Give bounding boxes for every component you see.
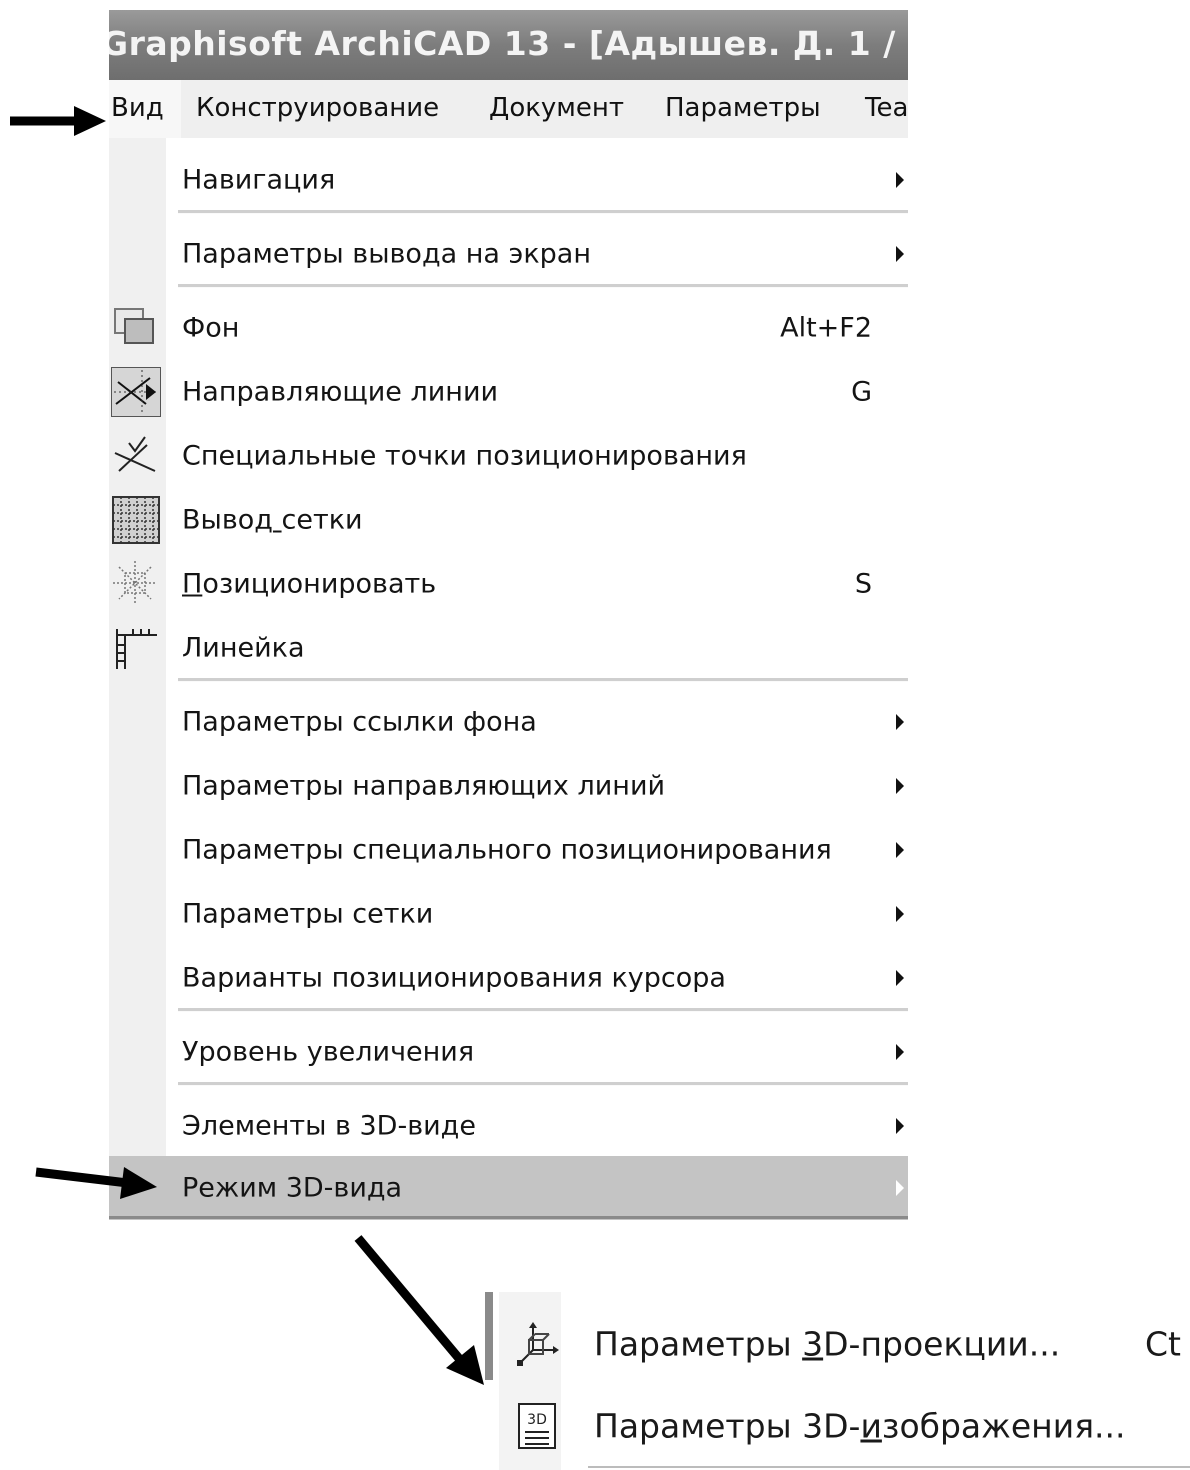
menu-item-label: Параметры вывода на экран bbox=[182, 238, 591, 270]
submenu-item-label: Параметры 3D-проекции... bbox=[594, 1324, 1061, 1364]
menu-item-label: Параметры специального позиционирования bbox=[182, 834, 832, 866]
guide-lines-icon bbox=[111, 367, 161, 417]
submenu-arrow-icon bbox=[896, 246, 904, 262]
submenu-arrow-icon bbox=[896, 842, 904, 858]
submenu-divider bbox=[588, 1466, 1190, 1468]
menu-item-zoom-level[interactable]: Уровень увеличения bbox=[109, 1020, 908, 1084]
submenu-edge bbox=[485, 1292, 493, 1380]
menu-separator bbox=[178, 1008, 908, 1012]
menu-item-ruler[interactable]: Линейка bbox=[109, 616, 908, 680]
submenu-arrow-icon bbox=[896, 1044, 904, 1060]
menu-item-label: Фон bbox=[182, 312, 240, 344]
menu-item-snap[interactable]: Позиционировать S bbox=[109, 552, 908, 616]
submenu-arrow-icon bbox=[896, 714, 904, 730]
menu-item-label: Параметры сетки bbox=[182, 898, 434, 930]
grid-display-icon bbox=[111, 495, 161, 545]
menu-item-label: Направляющие линии bbox=[182, 376, 499, 408]
3d-projection-icon bbox=[513, 1320, 561, 1368]
window-title: Graphisoft ArchiCAD 13 - [Адышев. Д. 1 /… bbox=[109, 24, 908, 63]
menu-item-grid-display[interactable]: Вывод сетки bbox=[109, 488, 908, 552]
menu-item-special-snap[interactable]: Специальные точки позиционирования bbox=[109, 424, 908, 488]
menu-item-navigation[interactable]: Навигация bbox=[109, 148, 908, 212]
menu-item-shortcut: S bbox=[854, 568, 872, 600]
submenu-item-3d-projection-settings[interactable]: Параметры 3D-проекции... Ct bbox=[499, 1306, 1190, 1382]
submenu-item-shortcut: Ct bbox=[1145, 1324, 1181, 1364]
snap-icon bbox=[111, 559, 161, 609]
menu-item-label: Уровень увеличения bbox=[182, 1036, 475, 1068]
title-bar: Graphisoft ArchiCAD 13 - [Адышев. Д. 1 /… bbox=[109, 10, 908, 80]
view-menu-dropdown: Навигация Параметры вывода на экран Фон … bbox=[109, 138, 908, 1220]
menu-separator bbox=[178, 678, 908, 682]
submenu-arrow-icon bbox=[896, 1180, 904, 1196]
menu-design[interactable]: Конструирование bbox=[196, 80, 439, 138]
submenu-arrow-icon bbox=[896, 172, 904, 188]
menu-item-shortcut: G bbox=[851, 376, 872, 408]
menu-item-background-ref-options[interactable]: Параметры ссылки фона bbox=[109, 690, 908, 754]
arrow-to-view-menu-icon bbox=[10, 106, 106, 136]
menu-item-guide-line-options[interactable]: Параметры направляющих линий bbox=[109, 754, 908, 818]
menu-item-label: Параметры ссылки фона bbox=[182, 706, 537, 738]
menu-item-shortcut: Alt+F2 bbox=[780, 312, 872, 344]
menu-item-label: Параметры направляющих линий bbox=[182, 770, 666, 802]
submenu-item-3d-image-settings[interactable]: 3D Параметры 3D-изображения... bbox=[499, 1388, 1190, 1464]
menu-item-background[interactable]: Фон Alt+F2 bbox=[109, 296, 908, 360]
special-snap-icon bbox=[111, 431, 161, 481]
menu-view[interactable]: Вид bbox=[109, 80, 181, 138]
3d-image-icon: 3D bbox=[513, 1402, 561, 1450]
menu-item-cursor-snap-options[interactable]: Варианты позиционирования курсора bbox=[109, 946, 908, 1010]
menu-document[interactable]: Документ bbox=[489, 80, 624, 138]
submenu-arrow-icon bbox=[896, 906, 904, 922]
menu-bottom-border bbox=[109, 1216, 908, 1219]
menu-separator bbox=[178, 1082, 908, 1086]
submenu-arrow-icon bbox=[896, 1118, 904, 1134]
menu-item-special-snap-options[interactable]: Параметры специального позиционирования bbox=[109, 818, 908, 882]
menu-item-label: Элементы в 3D-виде bbox=[182, 1110, 476, 1142]
menu-separator bbox=[178, 210, 908, 214]
3d-view-mode-submenu: Параметры 3D-проекции... Ct 3D Параметры… bbox=[485, 1292, 1190, 1470]
menu-item-label: Позиционировать bbox=[182, 568, 437, 600]
menu-item-grid-options[interactable]: Параметры сетки bbox=[109, 882, 908, 946]
menu-bar: Вид Конструирование Документ Параметры T… bbox=[109, 80, 908, 138]
menu-separator bbox=[178, 284, 908, 288]
svg-text:3D: 3D bbox=[527, 1412, 547, 1428]
menu-item-label: Специальные точки позиционирования bbox=[182, 440, 747, 472]
submenu-arrow-icon bbox=[896, 970, 904, 986]
arrow-to-submenu-icon bbox=[354, 1235, 484, 1385]
submenu-item-label: Параметры 3D-изображения... bbox=[594, 1406, 1126, 1446]
menu-item-label: Режим 3D-вида bbox=[182, 1172, 403, 1204]
menu-item-label: Линейка bbox=[182, 632, 305, 664]
menu-item-elements-in-3d[interactable]: Элементы в 3D-виде bbox=[109, 1094, 908, 1158]
submenu-arrow-icon bbox=[896, 778, 904, 794]
menu-item-label: Варианты позиционирования курсора bbox=[182, 962, 726, 994]
menu-options[interactable]: Параметры bbox=[665, 80, 821, 138]
menu-item-label: Навигация bbox=[182, 164, 336, 196]
menu-item-3d-view-mode[interactable]: Режим 3D-вида bbox=[109, 1156, 908, 1220]
menu-teamwork[interactable]: Tea bbox=[865, 80, 908, 138]
background-icon bbox=[111, 303, 161, 353]
menu-item-display-options[interactable]: Параметры вывода на экран bbox=[109, 222, 908, 286]
menu-item-label: Вывод сетки bbox=[182, 504, 363, 536]
ruler-icon bbox=[111, 623, 161, 673]
menu-item-guide-lines[interactable]: Направляющие линии G bbox=[109, 360, 908, 424]
